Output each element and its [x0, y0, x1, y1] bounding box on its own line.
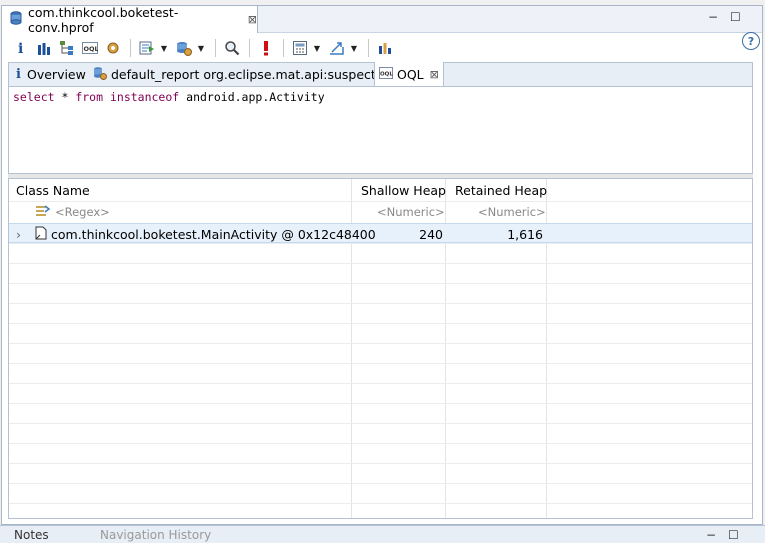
column-header-class-name[interactable]: Class Name: [16, 179, 90, 201]
calculator-icon[interactable]: [289, 37, 311, 59]
info-icon: i: [15, 66, 23, 83]
editor-tab-label: com.thinkcool.boketest-conv.hprof: [28, 4, 179, 35]
pin-chart-icon[interactable]: [374, 37, 396, 59]
export-icon[interactable]: [326, 37, 348, 59]
svg-text:i: i: [18, 41, 23, 55]
row-separator: [9, 443, 752, 444]
column-header-retained-heap[interactable]: Retained Heap: [455, 179, 547, 201]
tab-oql[interactable]: OQL OQL ⊠: [374, 62, 444, 86]
tab-overview[interactable]: i Overview: [15, 63, 86, 86]
minimize-icon[interactable]: −: [708, 10, 718, 24]
result-tab-bar: i Overview default_report org.eclipse.ma…: [8, 62, 753, 86]
chevron-down-icon[interactable]: ▼: [159, 37, 169, 59]
help-icon[interactable]: ?: [742, 32, 760, 50]
dominator-tree-icon[interactable]: [56, 37, 78, 59]
row-separator: [9, 243, 752, 244]
chevron-down-icon[interactable]: ▼: [312, 37, 322, 59]
row-separator: [9, 503, 752, 504]
editor-tab-hprof[interactable]: com.thinkcool.boketest-conv.hprof ⊠: [2, 4, 258, 35]
filter-numeric-shallow[interactable]: <Numeric>: [377, 202, 445, 222]
shallow-heap-cell: 240: [419, 226, 443, 242]
row-separator: [9, 263, 752, 264]
row-separator: [9, 403, 752, 404]
query-keyword: from: [75, 90, 104, 104]
close-icon[interactable]: ⊠: [430, 68, 439, 81]
tab-label: Navigation History: [100, 528, 212, 542]
maximize-icon[interactable]: ☐: [730, 10, 741, 24]
stop-icon[interactable]: [255, 37, 277, 59]
class-name-cell: com.thinkcool.boketest.MainActivity @ 0x…: [35, 224, 376, 244]
column-header-shallow-heap[interactable]: Shallow Heap: [361, 179, 446, 201]
filter-placeholder: <Regex>: [55, 205, 110, 219]
svg-text:OQL: OQL: [84, 45, 99, 53]
row-separator: [9, 423, 752, 424]
row-separator: [9, 483, 752, 484]
thread-overview-icon[interactable]: [102, 37, 124, 59]
row-separator: [9, 383, 752, 384]
result-table: Class Name Shallow Heap Retained Heap <R…: [8, 178, 753, 519]
filter-placeholder: <Numeric>: [478, 205, 546, 219]
query-text: *: [54, 90, 76, 104]
row-separator: [9, 463, 752, 464]
close-icon[interactable]: ⊠: [248, 13, 257, 26]
svg-text:OQL: OQL: [380, 71, 393, 77]
tab-default-report[interactable]: default_report org.eclipse.mat.api:suspe…: [93, 63, 382, 86]
bottom-view-tabs: Notes Navigation History − ☐: [0, 525, 765, 543]
expand-chevron-icon[interactable]: ›: [16, 224, 21, 244]
run-report-icon[interactable]: [136, 37, 158, 59]
info-icon[interactable]: i: [10, 37, 32, 59]
retained-heap-cell: 1,616: [507, 226, 543, 242]
oql-icon[interactable]: OQL: [79, 37, 101, 59]
tab-label: OQL: [397, 66, 424, 82]
maximize-icon[interactable]: ☐: [728, 528, 739, 542]
chevron-down-icon[interactable]: ▼: [196, 37, 206, 59]
row-separator: [9, 363, 752, 364]
chevron-down-icon[interactable]: ▼: [349, 37, 359, 59]
table-row[interactable]: › com.thinkcool.boketest.MainActivity @ …: [9, 223, 752, 244]
query-browser-icon[interactable]: [173, 37, 195, 59]
query-class: android.app.Activity: [186, 90, 325, 104]
oql-icon: OQL: [379, 66, 393, 82]
row-separator: [9, 343, 752, 344]
tab-navigation-history[interactable]: Navigation History: [100, 528, 211, 542]
oql-query-editor[interactable]: select * from instanceof android.app.Act…: [8, 86, 753, 174]
tab-label: Overview: [27, 67, 86, 82]
class-name-text: com.thinkcool.boketest.MainActivity @ 0x…: [51, 226, 376, 242]
row-separator: [9, 303, 752, 304]
tab-notes[interactable]: Notes: [14, 528, 49, 542]
tab-label: Notes: [14, 528, 49, 542]
search-icon[interactable]: [221, 37, 243, 59]
object-instance-icon: [35, 226, 47, 243]
heap-dump-icon: [10, 11, 22, 28]
histogram-icon[interactable]: [33, 37, 55, 59]
tab-label: default_report org.eclipse.mat.api:suspe…: [111, 67, 383, 82]
row-separator: [9, 283, 752, 284]
filter-placeholder: <Numeric>: [377, 205, 445, 219]
minimize-icon[interactable]: −: [706, 528, 716, 542]
toolbar: i OQL ▼ ▼ ▼ ▼: [2, 34, 762, 62]
query-keyword: select: [13, 90, 55, 104]
report-icon: [93, 66, 107, 83]
editor-tab-bar: com.thinkcool.boketest-conv.hprof ⊠ − ☐: [2, 4, 762, 35]
svg-text:i: i: [16, 67, 21, 80]
query-keyword: instanceof: [109, 90, 180, 104]
filter-icon: [35, 204, 51, 221]
filter-numeric-retained[interactable]: <Numeric>: [478, 202, 546, 222]
filter-regex[interactable]: <Regex>: [35, 202, 110, 222]
row-separator: [9, 323, 752, 324]
